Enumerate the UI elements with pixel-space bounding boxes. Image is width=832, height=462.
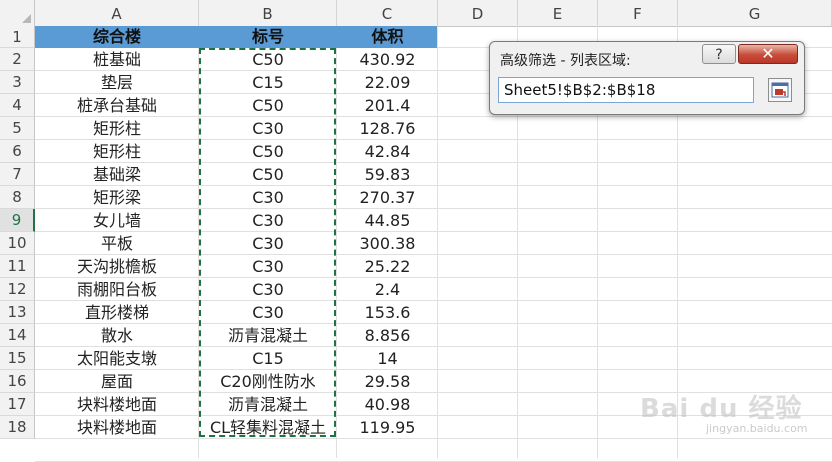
row-header-16[interactable]: 16 [0, 370, 35, 393]
table-cell[interactable]: C15 [199, 347, 337, 370]
row-header-14[interactable]: 14 [0, 324, 35, 347]
table-cell[interactable]: C30 [199, 255, 337, 278]
row-header-7[interactable]: 7 [0, 163, 35, 186]
table-cell[interactable]: 矩形梁 [35, 186, 199, 209]
table-cell[interactable]: 59.83 [337, 163, 438, 186]
table-cell[interactable]: C30 [199, 209, 337, 232]
row-header-17[interactable]: 17 [0, 393, 35, 416]
table-cell[interactable]: 40.98 [337, 393, 438, 416]
table-cell[interactable]: CL轻集料混凝土 [199, 416, 337, 439]
table-cell[interactable]: 基础梁 [35, 163, 199, 186]
row-header-10[interactable]: 10 [0, 232, 35, 255]
table-cell[interactable]: 25.22 [337, 255, 438, 278]
table-cell[interactable]: 桩承台基础 [35, 94, 199, 117]
table-cell[interactable]: 沥青混凝土 [199, 393, 337, 416]
table-cell[interactable]: 矩形柱 [35, 140, 199, 163]
table-cell[interactable]: 散水 [35, 324, 199, 347]
select-all-icon [22, 14, 31, 23]
table-cell[interactable]: C15 [199, 71, 337, 94]
list-range-input[interactable]: Sheet5!$B$2:$B$18 [498, 77, 754, 103]
table-cell[interactable]: 平板 [35, 232, 199, 255]
watermark: Bai du 经验 [640, 394, 803, 424]
table-cell[interactable]: 桩基础 [35, 48, 199, 71]
table-cell[interactable]: 153.6 [337, 301, 438, 324]
table-cell[interactable]: 44.85 [337, 209, 438, 232]
table-cell[interactable]: C50 [199, 140, 337, 163]
table-cell[interactable]: 女儿墙 [35, 209, 199, 232]
table-cell[interactable]: C30 [199, 301, 337, 324]
table-cell[interactable]: 天沟挑檐板 [35, 255, 199, 278]
row-header-4[interactable]: 4 [0, 94, 35, 117]
table-cell[interactable]: 42.84 [337, 140, 438, 163]
table-cell[interactable]: 矩形柱 [35, 117, 199, 140]
table-cell[interactable]: 直形楼梯 [35, 301, 199, 324]
advanced-filter-dialog: 高级筛选 - 列表区域: ? ✕ Sheet5!$B$2:$B$18 [489, 41, 805, 115]
dialog-title: 高级筛选 - 列表区域: [500, 53, 631, 69]
table-cell[interactable]: 29.58 [337, 370, 438, 393]
table-cell[interactable]: 块料楼地面 [35, 416, 199, 439]
watermark-url: jingyan.baidu.com [706, 422, 808, 435]
column-header-c[interactable]: C [337, 0, 438, 26]
column-header-f[interactable]: F [598, 0, 678, 26]
table-cell[interactable]: 430.92 [337, 48, 438, 71]
table-cell[interactable]: C50 [199, 94, 337, 117]
column-header-a[interactable]: A [35, 0, 199, 26]
table-cell[interactable]: C20刚性防水 [199, 370, 337, 393]
header-cell[interactable]: 标号 [199, 26, 337, 48]
table-cell[interactable]: C30 [199, 278, 337, 301]
table-cell[interactable]: 太阳能支墩 [35, 347, 199, 370]
table-cell[interactable]: C50 [199, 163, 337, 186]
header-cell[interactable]: 体积 [337, 26, 438, 48]
select-all-corner[interactable] [0, 0, 35, 26]
table-cell[interactable]: 270.37 [337, 186, 438, 209]
column-header-g[interactable]: G [678, 0, 832, 26]
row-header-1[interactable]: 1 [0, 26, 35, 48]
close-button[interactable]: ✕ [738, 44, 798, 64]
table-cell[interactable]: 8.856 [337, 324, 438, 347]
table-cell[interactable]: 119.95 [337, 416, 438, 439]
table-cell[interactable]: 沥青混凝土 [199, 324, 337, 347]
row-header-8[interactable]: 8 [0, 186, 35, 209]
header-cell[interactable]: 综合楼 [35, 26, 199, 48]
table-cell[interactable]: C30 [199, 117, 337, 140]
row-header-6[interactable]: 6 [0, 140, 35, 163]
table-cell[interactable]: C50 [199, 48, 337, 71]
range-collapse-button[interactable] [768, 78, 792, 102]
help-button[interactable]: ? [702, 44, 736, 64]
row-header-15[interactable]: 15 [0, 347, 35, 370]
table-cell[interactable]: 屋面 [35, 370, 199, 393]
row-header-18[interactable]: 18 [0, 416, 35, 439]
table-cell[interactable]: 128.76 [337, 117, 438, 140]
table-cell[interactable]: 块料楼地面 [35, 393, 199, 416]
table-cell[interactable]: 垫层 [35, 71, 199, 94]
table-cell[interactable]: C30 [199, 232, 337, 255]
column-header-e[interactable]: E [518, 0, 598, 26]
row-header-9[interactable]: 9 [0, 209, 35, 232]
column-header-d[interactable]: D [438, 0, 518, 26]
table-cell[interactable]: 雨棚阳台板 [35, 278, 199, 301]
row-header-12[interactable]: 12 [0, 278, 35, 301]
table-cell[interactable]: 22.09 [337, 71, 438, 94]
row-header-11[interactable]: 11 [0, 255, 35, 278]
table-cell[interactable]: 201.4 [337, 94, 438, 117]
column-header-b[interactable]: B [199, 0, 337, 26]
table-cell[interactable]: 2.4 [337, 278, 438, 301]
row-header-5[interactable]: 5 [0, 117, 35, 140]
table-cell[interactable]: 300.38 [337, 232, 438, 255]
table-cell[interactable]: C30 [199, 186, 337, 209]
table-cell[interactable]: 14 [337, 347, 438, 370]
collapse-dialog-icon [771, 82, 789, 98]
row-header-13[interactable]: 13 [0, 301, 35, 324]
row-header-3[interactable]: 3 [0, 71, 35, 94]
row-header-2[interactable]: 2 [0, 48, 35, 71]
